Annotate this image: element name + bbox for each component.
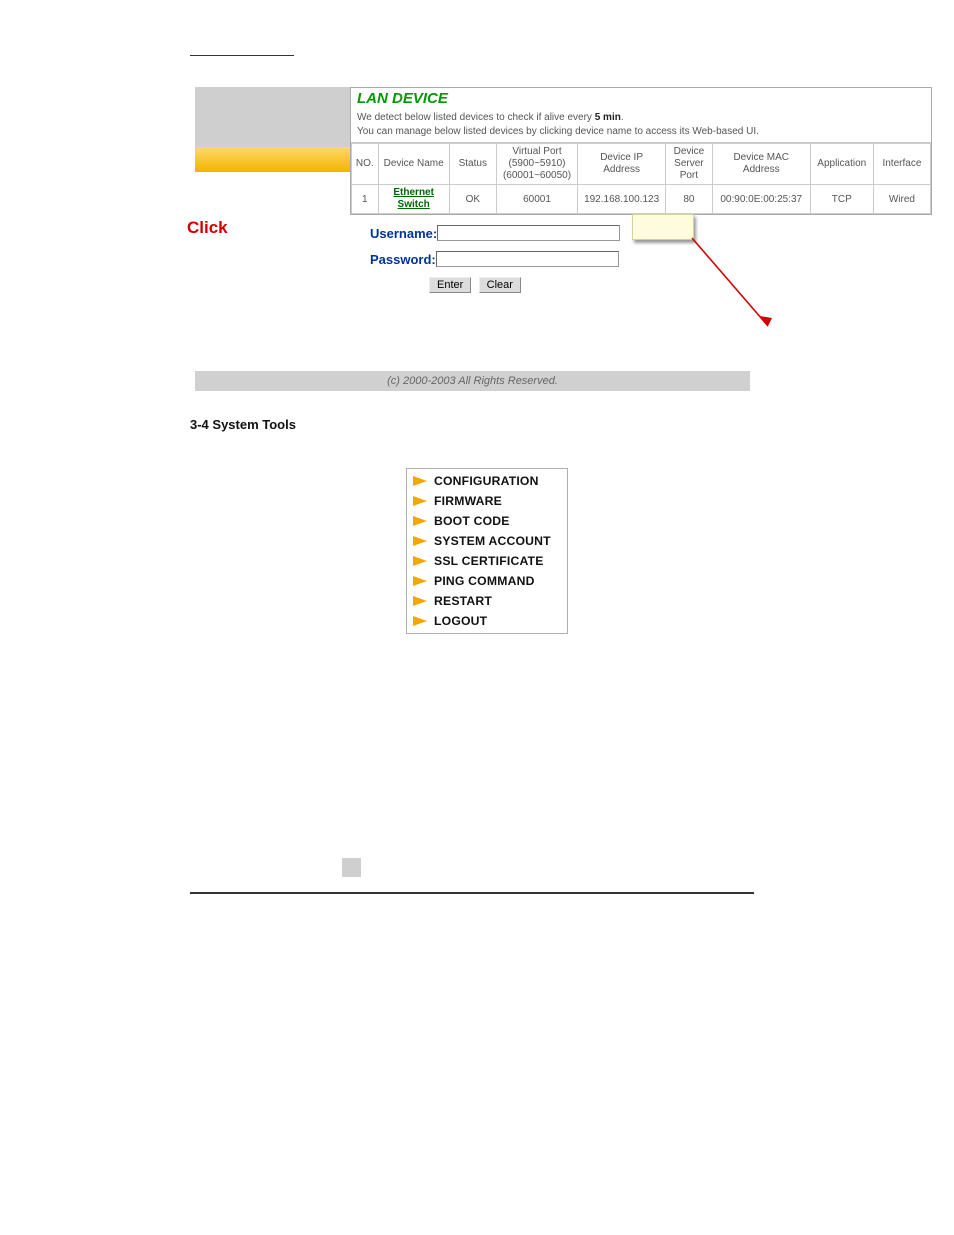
copyright-footer: (c) 2000-2003 All Rights Reserved. [195,371,750,391]
top-rule [190,55,294,56]
menu-label: FIRMWARE [434,494,502,508]
menu-item-system-account[interactable]: SYSTEM ACCOUNT [407,531,567,551]
lan-device-panel: LAN DEVICE We detect below listed device… [350,87,932,215]
arrow-annotation-icon [690,236,780,336]
callout-highlight [632,214,694,240]
menu-item-firmware[interactable]: FIRMWARE [407,491,567,511]
menu-label: BOOT CODE [434,514,510,528]
menu-label: PING COMMAND [434,574,535,588]
arrow-bullet-icon [413,596,427,606]
th-no: NO. [352,144,379,185]
password-row: Password: [370,251,580,267]
desc-line1-prefix: We detect below listed devices to check … [357,112,595,123]
lan-device-description: We detect below listed devices to check … [351,109,931,143]
username-row: Username: [370,225,580,241]
password-label: Password: [370,252,436,267]
cell-ip: 192.168.100.123 [578,185,666,214]
th-vport: Virtual Port (5900~5910) (60001~60050) [496,144,578,185]
cell-iface: Wired [873,185,930,214]
device-name-link[interactable]: Ethernet Switch [382,187,446,211]
menu-label: LOGOUT [434,614,487,628]
th-port: Device Server Port [665,144,712,185]
menu-label: RESTART [434,594,492,608]
table-row: 1 Ethernet Switch OK 60001 192.168.100.1… [352,185,931,214]
enter-button[interactable]: Enter [429,277,471,293]
menu-item-boot-code[interactable]: BOOT CODE [407,511,567,531]
arrow-bullet-icon [413,476,427,486]
section-heading: 3-4 System Tools [190,417,296,432]
bottom-rule [190,892,754,894]
cell-vport: 60001 [496,185,578,214]
click-annotation: Click [187,218,228,238]
menu-label: CONFIGURATION [434,474,539,488]
th-mac: Device MAC Address [712,144,810,185]
arrow-bullet-icon [413,516,427,526]
menu-label: SSL CERTIFICATE [434,554,544,568]
th-ip: Device IP Address [578,144,666,185]
cell-name: Ethernet Switch [378,185,449,214]
cell-status: OK [449,185,496,214]
table-header-row: NO. Device Name Status Virtual Port (590… [352,144,931,185]
desc-line1-bold: 5 min [595,112,621,123]
username-input[interactable] [437,225,620,241]
th-iface: Interface [873,144,930,185]
lan-device-table: NO. Device Name Status Virtual Port (590… [351,143,931,214]
th-status: Status [449,144,496,185]
cell-app: TCP [810,185,873,214]
desc-line1-suffix: . [621,112,624,123]
menu-item-logout[interactable]: LOGOUT [407,611,567,631]
arrow-bullet-icon [413,616,427,626]
cell-no: 1 [352,185,379,214]
username-label: Username: [370,226,437,241]
login-buttons: Enter Clear [370,277,580,293]
menu-item-restart[interactable]: RESTART [407,591,567,611]
login-form: Username: Password: Enter Clear [370,225,580,293]
lan-device-title: LAN DEVICE [351,88,931,109]
menu-item-ping-command[interactable]: PING COMMAND [407,571,567,591]
menu-item-ssl-certificate[interactable]: SSL CERTIFICATE [407,551,567,571]
desc-line2: You can manage below listed devices by c… [357,126,759,137]
arrow-bullet-icon [413,496,427,506]
arrow-bullet-icon [413,576,427,586]
arrow-bullet-icon [413,536,427,546]
arrow-bullet-icon [413,556,427,566]
cell-mac: 00:90:0E:00:25:37 [712,185,810,214]
password-input[interactable] [436,251,619,267]
th-name: Device Name [378,144,449,185]
cell-port: 80 [665,185,712,214]
clear-button[interactable]: Clear [479,277,521,293]
page-number-box [342,858,361,877]
sidebar-highlight [195,147,350,172]
menu-item-configuration[interactable]: CONFIGURATION [407,471,567,491]
th-app: Application [810,144,873,185]
menu-label: SYSTEM ACCOUNT [434,534,551,548]
system-tools-menu: CONFIGURATION FIRMWARE BOOT CODE SYSTEM … [406,468,568,634]
